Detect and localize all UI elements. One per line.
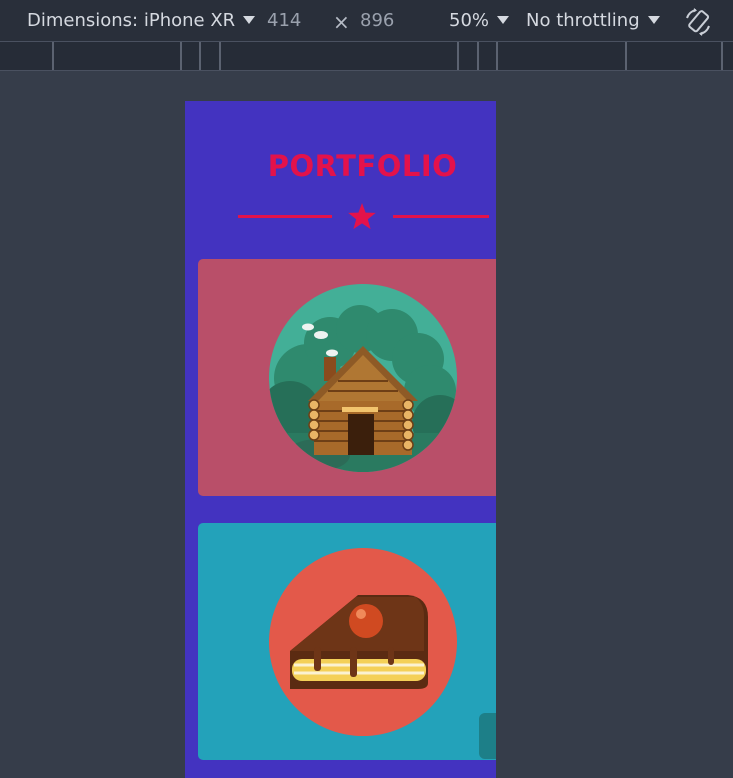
chevron-down-icon [243,16,256,24]
times-symbol: × [333,10,350,34]
zoom-dropdown[interactable]: 50% [449,10,510,32]
width-input[interactable]: 414 [267,10,301,32]
portfolio-card-cabin[interactable] [198,259,496,496]
media-query-ruler [0,42,733,71]
device-label: Dimensions: iPhone XR [27,10,236,31]
log-cabin-illustration [269,284,457,472]
device-viewport: PORTFOLIO [185,101,496,778]
ruler-tick[interactable] [496,42,498,70]
ruler-tick[interactable] [199,42,201,70]
ruler-tick[interactable] [625,42,627,70]
scroll-to-top-button[interactable] [479,713,496,759]
devtools-toolbar: Dimensions: iPhone XR 414 × 896 50% No t… [0,0,733,42]
ruler-tick[interactable] [457,42,459,70]
portfolio-card-cake[interactable] [198,523,496,760]
rotate-device-icon[interactable] [682,6,714,38]
ruler-tick[interactable] [477,42,479,70]
divider-line-left [238,215,332,218]
chevron-down-icon [647,16,660,24]
device-dropdown[interactable]: Dimensions: iPhone XR [27,10,256,32]
chevron-down-icon [497,16,510,24]
ruler-tick[interactable] [219,42,221,70]
throttling-label: No throttling [526,10,640,31]
throttling-dropdown[interactable]: No throttling [526,10,660,32]
star-icon [348,203,376,230]
cake-slice-illustration [269,548,457,736]
height-input[interactable]: 896 [360,10,394,32]
divider-line-right [393,215,489,218]
ruler-tick[interactable] [52,42,54,70]
zoom-label: 50% [449,10,490,31]
ruler-tick[interactable] [180,42,182,70]
page-title: PORTFOLIO [267,149,458,183]
ruler-tick[interactable] [721,42,723,70]
